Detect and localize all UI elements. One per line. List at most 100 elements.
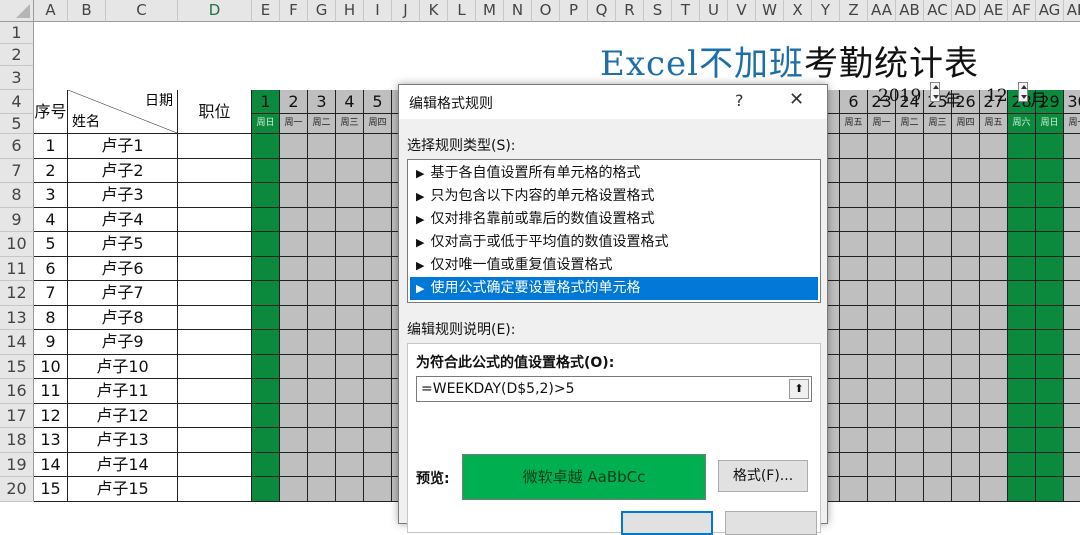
row-header[interactable]: 1 [0,22,34,44]
attendance-cell[interactable] [896,158,924,183]
attendance-cell[interactable] [1008,330,1036,355]
row-header[interactable]: 11 [0,256,34,281]
attendance-cell[interactable] [336,232,364,257]
row-header[interactable]: 12 [0,281,34,306]
attendance-cell[interactable] [280,183,308,208]
attendance-cell[interactable] [1064,207,1080,232]
column-header[interactable]: AG [1036,0,1064,22]
attendance-cell[interactable] [364,403,392,428]
attendance-cell[interactable] [896,134,924,159]
column-header[interactable]: L [448,0,476,22]
attendance-cell[interactable] [924,330,952,355]
column-header[interactable]: T [672,0,700,22]
attendance-cell[interactable] [896,354,924,379]
attendance-cell[interactable] [980,158,1008,183]
weekday-cell[interactable]: 周五 [980,114,1008,134]
attendance-cell[interactable] [1036,281,1064,306]
attendance-cell[interactable] [840,207,868,232]
employee-seq-cell[interactable]: 13 [34,428,68,453]
employee-name-cell[interactable]: 卢子1 [68,134,178,159]
attendance-cell[interactable] [364,379,392,404]
employee-seq-cell[interactable]: 7 [34,281,68,306]
attendance-cell[interactable] [252,428,280,453]
column-header[interactable]: A [34,0,68,22]
column-header[interactable]: J [392,0,420,22]
row-header[interactable]: 15 [0,354,34,379]
attendance-cell[interactable] [1064,158,1080,183]
attendance-cell[interactable] [280,403,308,428]
attendance-cell[interactable] [952,403,980,428]
attendance-cell[interactable] [252,305,280,330]
attendance-cell[interactable] [364,281,392,306]
employee-seq-cell[interactable]: 2 [34,158,68,183]
row-header[interactable]: 14 [0,330,34,355]
attendance-cell[interactable] [1036,232,1064,257]
attendance-cell[interactable] [980,428,1008,453]
attendance-cell[interactable] [952,158,980,183]
attendance-cell[interactable] [252,354,280,379]
attendance-cell[interactable] [840,158,868,183]
column-header[interactable]: AA [868,0,896,22]
attendance-cell[interactable] [1036,403,1064,428]
attendance-cell[interactable] [896,207,924,232]
attendance-cell[interactable] [980,403,1008,428]
attendance-cell[interactable] [952,330,980,355]
attendance-cell[interactable] [252,134,280,159]
attendance-cell[interactable] [1036,379,1064,404]
attendance-cell[interactable] [1008,305,1036,330]
column-header[interactable]: F [280,0,308,22]
attendance-cell[interactable] [896,256,924,281]
attendance-cell[interactable] [868,281,896,306]
attendance-cell[interactable] [1008,134,1036,159]
column-header[interactable]: AF [1008,0,1036,22]
attendance-cell[interactable] [868,452,896,477]
attendance-cell[interactable] [1064,379,1080,404]
row-header[interactable]: 4 [0,90,34,114]
attendance-cell[interactable] [280,134,308,159]
attendance-cell[interactable] [896,428,924,453]
column-header[interactable]: S [644,0,672,22]
select-all-corner[interactable] [0,0,34,22]
employee-position-cell[interactable] [178,477,252,502]
attendance-cell[interactable] [1008,158,1036,183]
attendance-cell[interactable] [868,379,896,404]
attendance-cell[interactable] [980,379,1008,404]
column-header[interactable]: AC [924,0,952,22]
attendance-cell[interactable] [980,452,1008,477]
attendance-cell[interactable] [980,305,1008,330]
employee-seq-cell[interactable]: 15 [34,477,68,502]
employee-name-cell[interactable]: 卢子13 [68,428,178,453]
attendance-cell[interactable] [896,183,924,208]
employee-name-cell[interactable]: 卢子8 [68,305,178,330]
employee-name-cell[interactable]: 卢子6 [68,256,178,281]
weekday-cell[interactable]: 周三 [924,114,952,134]
attendance-cell[interactable] [1008,232,1036,257]
attendance-cell[interactable] [252,379,280,404]
attendance-cell[interactable] [896,379,924,404]
column-header[interactable]: R [616,0,644,22]
attendance-cell[interactable] [336,354,364,379]
attendance-cell[interactable] [840,281,868,306]
attendance-cell[interactable] [980,232,1008,257]
attendance-cell[interactable] [308,158,336,183]
seq-header[interactable]: 序号 [34,90,68,134]
attendance-cell[interactable] [896,281,924,306]
column-header[interactable]: AD [952,0,980,22]
row-header[interactable]: 8 [0,183,34,208]
attendance-cell[interactable] [896,477,924,502]
employee-position-cell[interactable] [178,452,252,477]
attendance-cell[interactable] [896,305,924,330]
attendance-cell[interactable] [868,428,896,453]
attendance-cell[interactable] [868,354,896,379]
employee-name-cell[interactable]: 卢子9 [68,330,178,355]
attendance-cell[interactable] [308,330,336,355]
attendance-cell[interactable] [952,354,980,379]
column-header[interactable]: P [560,0,588,22]
attendance-cell[interactable] [1064,232,1080,257]
attendance-cell[interactable] [308,477,336,502]
attendance-cell[interactable] [280,330,308,355]
attendance-cell[interactable] [1064,354,1080,379]
column-header[interactable]: O [532,0,560,22]
attendance-cell[interactable] [1064,134,1080,159]
column-header[interactable]: K [420,0,448,22]
